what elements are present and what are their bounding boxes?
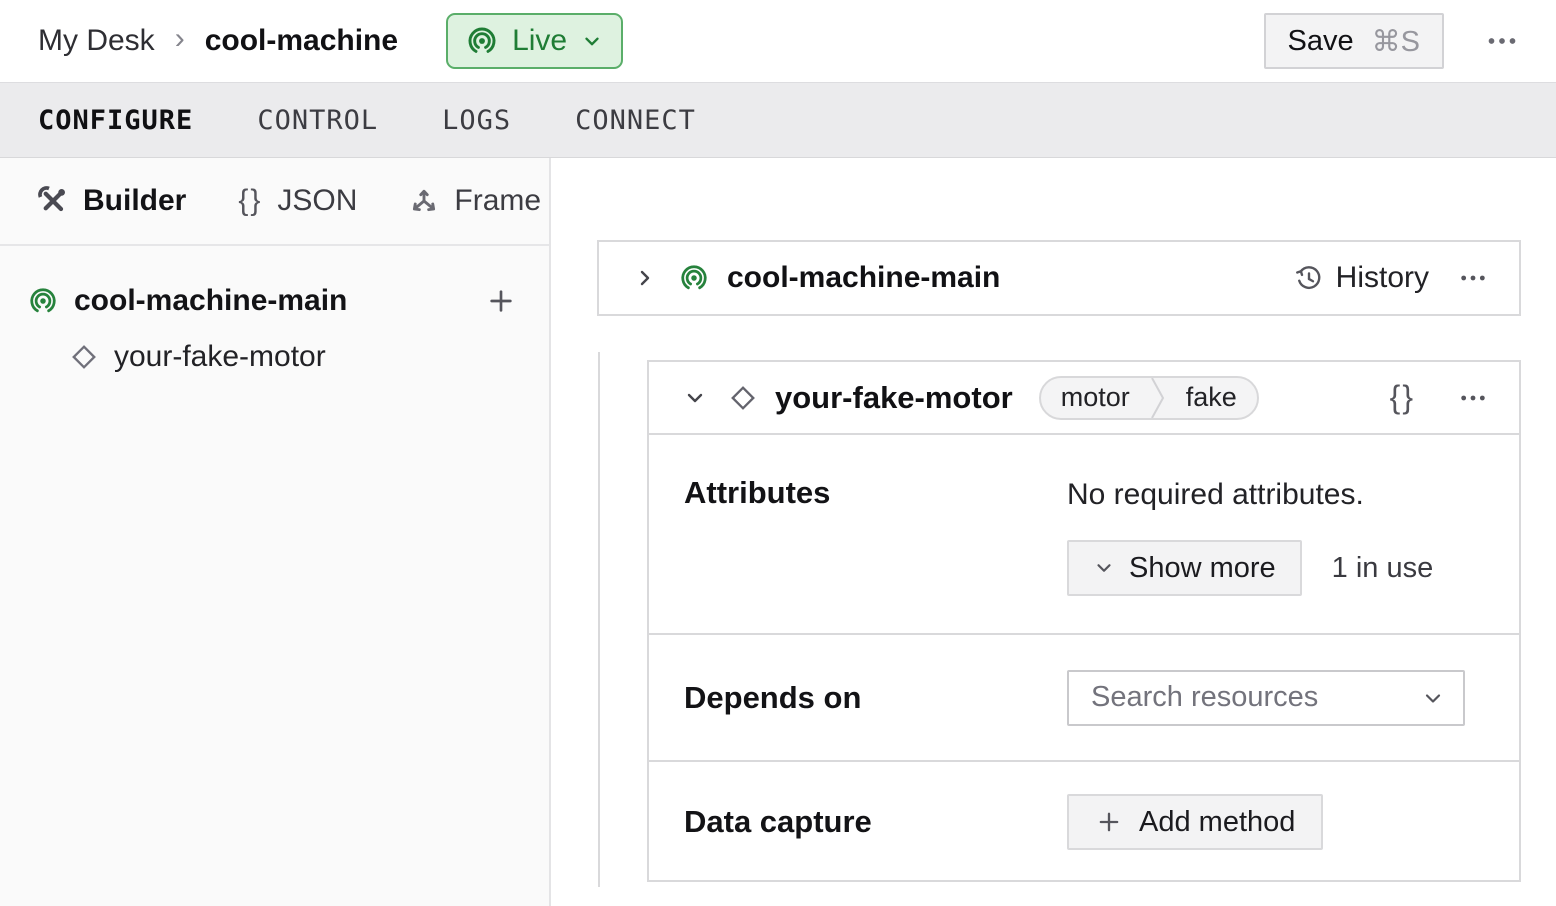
add-method-label: Add method — [1139, 805, 1296, 838]
tree-item-component[interactable]: your-fake-motor — [0, 330, 549, 384]
breadcrumb-location[interactable]: My Desk — [38, 24, 155, 58]
mode-frame[interactable]: Frame — [409, 184, 541, 218]
search-resources-input[interactable] — [1089, 680, 1421, 715]
machine-menu-button[interactable] — [1480, 19, 1524, 63]
attributes-actions: Show more 1 in use — [1067, 540, 1489, 596]
component-diamond-icon — [70, 343, 98, 371]
tab-configure[interactable]: CONFIGURE — [38, 105, 193, 136]
component-model: fake — [1185, 382, 1237, 412]
attributes-usage-text: 1 in use — [1331, 551, 1434, 584]
ellipsis-icon — [1461, 275, 1485, 281]
tree-guide-rail — [598, 352, 600, 887]
part-card-title: cool-machine-main — [727, 261, 1001, 294]
frame-axes-icon — [409, 186, 439, 216]
tab-logs[interactable]: LOGS — [442, 105, 511, 136]
save-button[interactable]: Save ⌘S — [1263, 13, 1444, 69]
add-method-button[interactable]: Add method — [1067, 794, 1324, 850]
machine-part-card: cool-machine-main History — [597, 240, 1521, 316]
breadcrumb-separator-icon: › — [174, 22, 185, 55]
machine-tab-bar: CONFIGURE CONTROL LOGS CONNECT — [0, 82, 1556, 158]
machine-live-icon — [466, 25, 498, 57]
tree-item-label: cool-machine-main — [74, 284, 348, 317]
tools-icon — [38, 186, 68, 216]
chevron-right-icon — [640, 270, 650, 286]
braces-icon: {} — [238, 184, 263, 217]
data-capture-section: Data capture Add method — [649, 760, 1519, 882]
show-more-button[interactable]: Show more — [1067, 540, 1302, 596]
tree-item-label: your-fake-motor — [114, 340, 326, 373]
save-shortcut-hint: ⌘S — [1371, 25, 1420, 58]
tab-control[interactable]: CONTROL — [257, 105, 378, 136]
show-more-label: Show more — [1129, 551, 1276, 584]
config-mode-switcher: Builder {} JSON Frame — [0, 158, 549, 246]
component-diamond-icon — [729, 384, 757, 412]
attributes-empty-text: No required attributes. — [1067, 478, 1364, 511]
depends-on-label: Depends on — [684, 679, 862, 715]
tab-connect[interactable]: CONNECT — [575, 105, 696, 136]
machine-part-icon — [679, 263, 709, 293]
attributes-section: Attributes No required attributes. Show … — [649, 435, 1519, 633]
history-button[interactable]: History — [1288, 260, 1435, 296]
data-capture-label: Data capture — [684, 804, 872, 839]
machine-status-dropdown[interactable]: Live — [446, 13, 624, 69]
collapse-component-button[interactable] — [679, 382, 711, 414]
plus-icon — [490, 290, 512, 312]
top-bar: My Desk › cool-machine Live Save ⌘S — [0, 0, 1556, 82]
expand-part-button[interactable] — [629, 262, 661, 294]
mode-builder[interactable]: Builder — [38, 184, 186, 218]
component-card-title: your-fake-motor — [775, 379, 1013, 415]
tree-item-machine-part[interactable]: cool-machine-main — [0, 272, 549, 330]
config-main-panel: cool-machine-main History your-fake-moto… — [551, 158, 1556, 906]
ellipsis-icon — [1488, 38, 1516, 44]
machine-part-icon — [28, 286, 58, 316]
add-resource-button[interactable] — [481, 281, 521, 321]
depends-on-content — [1067, 669, 1489, 726]
component-menu-button[interactable] — [1453, 378, 1493, 418]
component-card-actions: {} — [1386, 375, 1493, 420]
edit-json-button[interactable]: {} — [1386, 375, 1419, 420]
history-clock-icon — [1294, 263, 1324, 293]
chevron-down-icon — [687, 393, 703, 402]
chevron-down-icon — [581, 30, 603, 52]
part-card-actions: History — [1288, 258, 1493, 298]
mode-json[interactable]: {} JSON — [238, 184, 357, 218]
breadcrumb-machine-name: cool-machine — [204, 24, 399, 57]
save-button-label: Save — [1287, 24, 1354, 57]
part-menu-button[interactable] — [1453, 258, 1493, 298]
mode-frame-label: Frame — [454, 184, 542, 217]
breadcrumb: My Desk › cool-machine — [38, 22, 399, 58]
top-bar-actions: Save ⌘S — [1263, 13, 1524, 69]
chevron-down-icon — [1425, 693, 1441, 703]
mode-builder-label: Builder — [83, 184, 187, 217]
data-capture-content: Add method — [1067, 794, 1489, 850]
chevron-down-icon — [1097, 564, 1111, 572]
ellipsis-icon — [1461, 395, 1485, 400]
component-card-header: your-fake-motor motor fake {} — [649, 362, 1519, 435]
depends-on-select[interactable] — [1067, 669, 1465, 726]
badge-divider-icon — [1150, 377, 1164, 418]
configure-workspace: Builder {} JSON Frame cool-machine-main … — [0, 158, 1556, 906]
machine-status-label: Live — [512, 24, 568, 57]
component-type-badge: motor fake — [1038, 375, 1259, 420]
plus-icon — [1099, 812, 1119, 832]
mode-json-label: JSON — [277, 184, 358, 217]
component-config-card: your-fake-motor motor fake {} Attributes… — [647, 360, 1521, 882]
component-type: motor — [1060, 382, 1130, 412]
history-button-label: History — [1335, 261, 1429, 294]
attributes-label: Attributes — [684, 475, 831, 510]
attributes-content: No required attributes. Show more 1 in u… — [1067, 475, 1489, 633]
resource-tree: cool-machine-main your-fake-motor — [0, 246, 549, 384]
braces-icon: {} — [1389, 379, 1415, 415]
depends-on-section: Depends on — [649, 633, 1519, 760]
config-sidebar: Builder {} JSON Frame cool-machine-main … — [0, 158, 551, 906]
